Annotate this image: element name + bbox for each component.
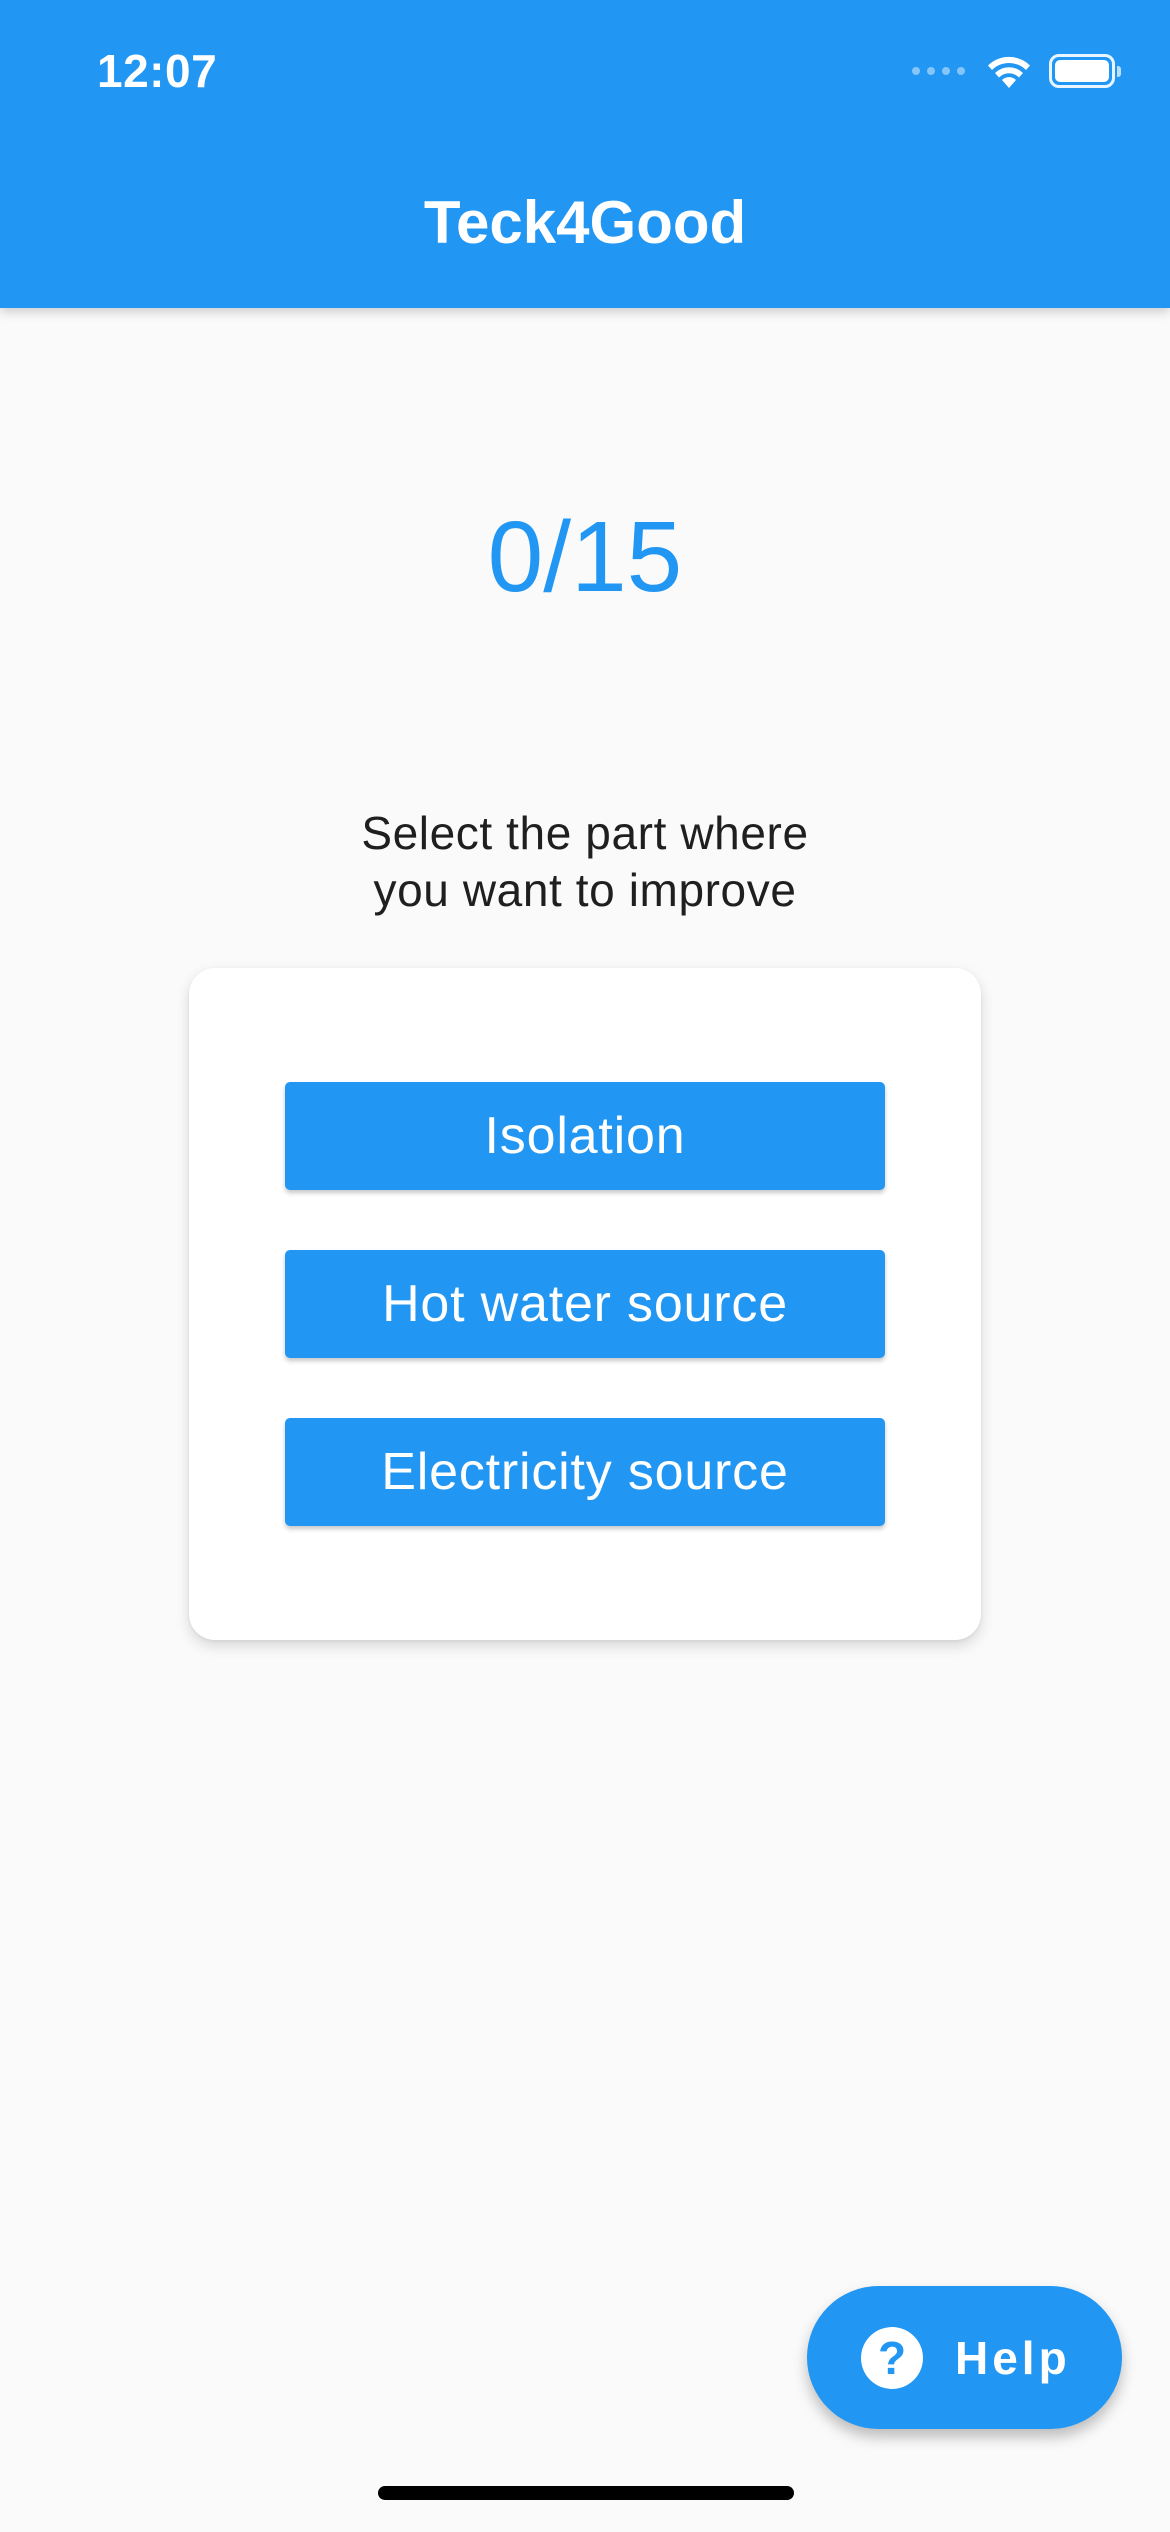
home-indicator[interactable] — [378, 2486, 794, 2500]
progress-score: 0/15 — [487, 501, 683, 613]
instruction-line-1: Select the part where — [361, 807, 809, 859]
isolation-button[interactable]: Isolation — [285, 1082, 885, 1190]
instruction-line-2: you want to improve — [373, 864, 797, 916]
wifi-icon — [988, 56, 1030, 88]
electricity-source-button[interactable]: Electricity source — [285, 1418, 885, 1526]
help-circle-icon: ? — [861, 2326, 923, 2389]
status-icons — [912, 52, 1121, 90]
app-screen: 12:07 Teck4Good 0/15 Select the part whe… — [0, 0, 1170, 2532]
battery-icon — [1049, 54, 1121, 88]
help-button[interactable]: ? Help — [807, 2286, 1122, 2429]
status-time: 12:07 — [97, 45, 218, 97]
help-label: Help — [955, 2331, 1071, 2384]
app-bar: 12:07 Teck4Good — [0, 0, 1170, 308]
cellular-signal-icon — [912, 67, 965, 75]
app-title: Teck4Good — [423, 189, 747, 256]
options-card: Isolation Hot water source Electricity s… — [189, 968, 981, 1640]
hot-water-source-button[interactable]: Hot water source — [285, 1250, 885, 1358]
instruction-text: Select the part where you want to improv… — [0, 805, 1170, 919]
